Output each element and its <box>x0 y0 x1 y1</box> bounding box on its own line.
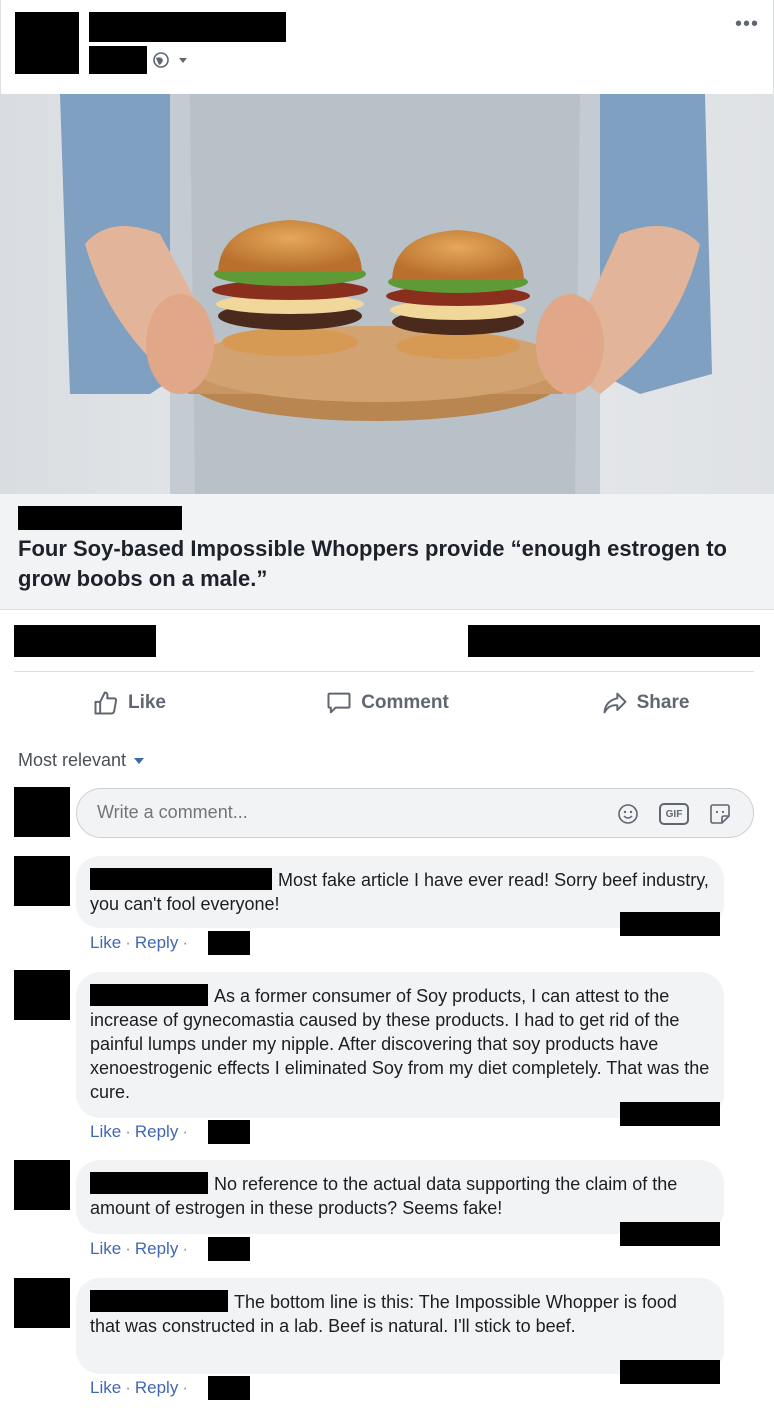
comment-bubble: As a former consumer of Soy products, I … <box>76 972 724 1118</box>
like-label: Like <box>127 692 167 713</box>
commenter-avatar-redacted[interactable] <box>14 970 70 1020</box>
comment-like-link[interactable]: Like <box>90 1378 121 1397</box>
comment-reply-link[interactable]: Reply <box>135 1378 178 1397</box>
author-avatar-redacted[interactable] <box>15 12 79 74</box>
reaction-count-redacted[interactable] <box>620 1360 720 1384</box>
comment-label: Comment <box>361 692 449 713</box>
commenter-avatar-redacted[interactable] <box>14 856 70 906</box>
gif-icon[interactable]: GIF <box>659 803 689 825</box>
comment-actions: Like · Reply · <box>90 1122 188 1141</box>
like-icon <box>94 691 118 715</box>
comment-reply-link[interactable]: Reply <box>135 933 178 952</box>
commenter-name-redacted[interactable] <box>90 1290 228 1312</box>
share-button[interactable]: Share <box>516 672 774 734</box>
post-time-redacted[interactable] <box>89 46 147 74</box>
comment-time-redacted[interactable] <box>208 1120 250 1144</box>
link-source-redacted <box>18 506 182 530</box>
comment-like-link[interactable]: Like <box>90 1239 121 1258</box>
comment-sort-dropdown[interactable]: Most relevant <box>18 750 145 771</box>
post-header: ••• <box>0 0 774 94</box>
share-icon <box>603 692 627 714</box>
comment-share-count-redacted[interactable] <box>468 625 760 657</box>
composer-icons: GIF <box>615 801 733 827</box>
sticker-icon[interactable] <box>707 801 733 827</box>
commenter-name-redacted[interactable] <box>90 868 272 890</box>
comment-reply-link[interactable]: Reply <box>135 1122 178 1141</box>
reaction-count-redacted[interactable] <box>620 1102 720 1126</box>
comment-composer[interactable]: GIF <box>76 788 754 838</box>
reaction-count-redacted[interactable] <box>620 912 720 936</box>
share-label: Share <box>636 692 690 713</box>
emoji-icon[interactable] <box>615 801 641 827</box>
reaction-count-redacted[interactable] <box>620 1222 720 1246</box>
commenter-name-redacted[interactable] <box>90 1172 208 1194</box>
commenter-avatar-redacted[interactable] <box>14 1278 70 1328</box>
comment-time-redacted[interactable] <box>208 1237 250 1261</box>
comment-actions: Like · Reply · <box>90 1239 188 1258</box>
commenter-name-redacted[interactable] <box>90 984 208 1006</box>
comment-icon <box>327 692 351 714</box>
comment-like-link[interactable]: Like <box>90 1122 121 1141</box>
comment-like-link[interactable]: Like <box>90 933 121 952</box>
commenter-avatar-redacted[interactable] <box>14 1160 70 1210</box>
comment-actions: Like · Reply · <box>90 933 188 952</box>
viewer-avatar-redacted <box>14 787 70 837</box>
reactions-row <box>0 610 774 672</box>
author-name-redacted[interactable] <box>89 12 286 42</box>
comment-reply-link[interactable]: Reply <box>135 1239 178 1258</box>
chevron-down-icon <box>134 758 145 765</box>
like-button[interactable]: Like <box>0 672 258 734</box>
more-options-icon[interactable]: ••• <box>735 14 759 34</box>
comment-time-redacted[interactable] <box>208 931 250 955</box>
burger-photo <box>0 94 774 494</box>
comment-actions: Like · Reply · <box>90 1378 188 1397</box>
sort-label: Most relevant <box>18 750 127 770</box>
post-image[interactable] <box>0 94 774 494</box>
comment-button[interactable]: Comment <box>258 672 516 734</box>
comment-input[interactable] <box>97 802 577 823</box>
comment-time-redacted[interactable] <box>208 1376 250 1400</box>
action-bar: Like Comment Share <box>0 672 774 734</box>
globe-icon[interactable] <box>153 52 189 68</box>
link-title[interactable]: Four Soy-based Impossible Whoppers provi… <box>18 534 738 594</box>
reaction-count-redacted[interactable] <box>14 625 156 657</box>
